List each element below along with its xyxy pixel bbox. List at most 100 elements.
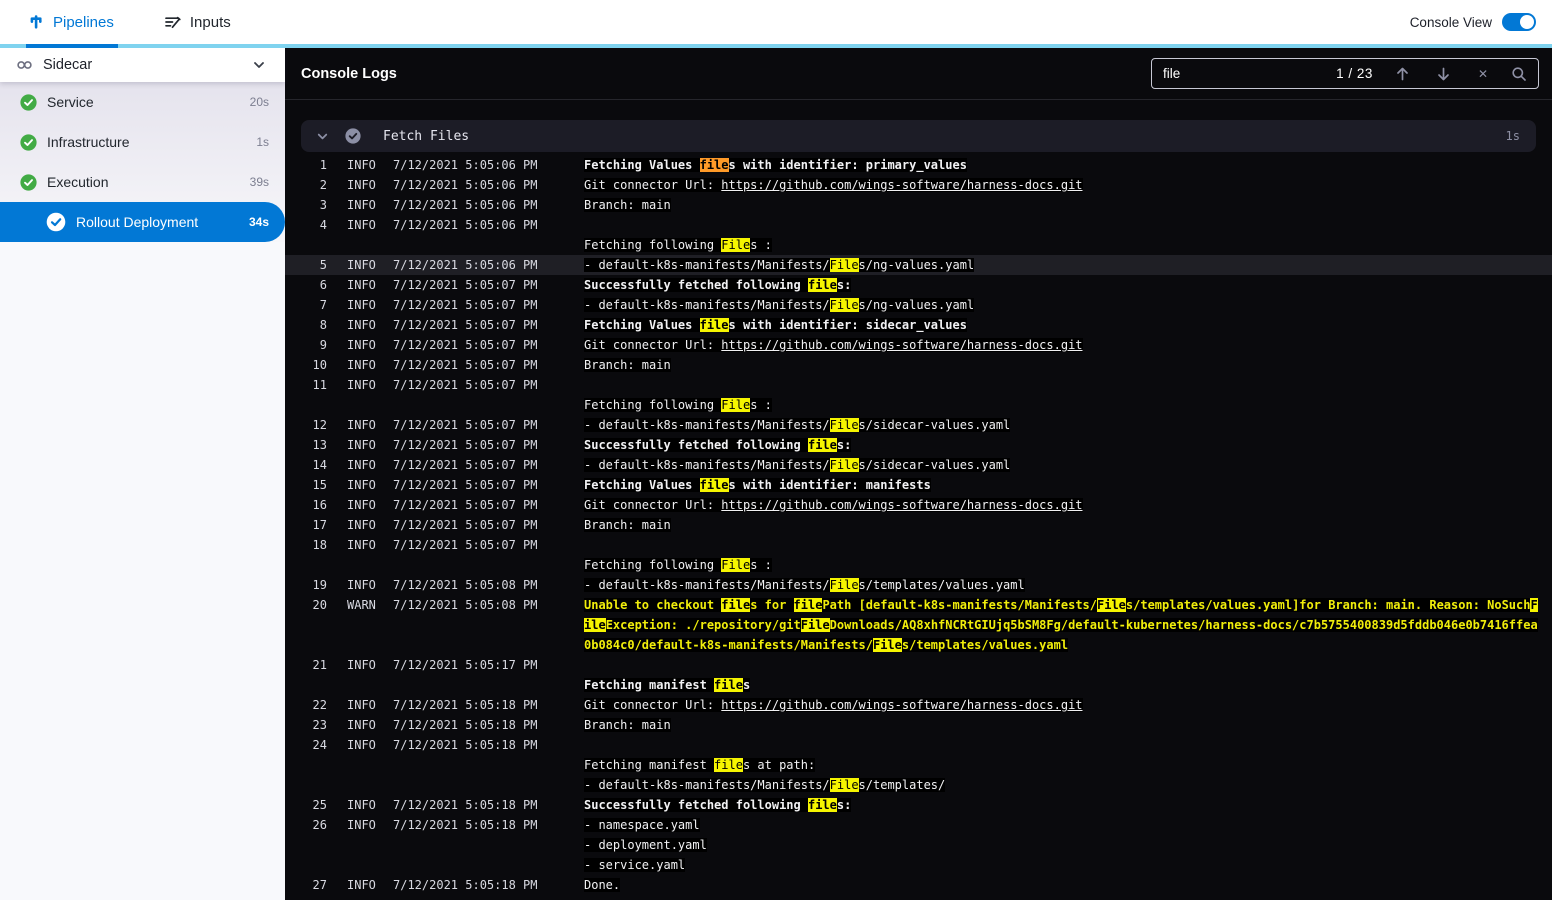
log-timestamp	[393, 235, 539, 255]
log-row: 16 INFO 7/12/2021 5:05:07 PM Git connector …	[285, 495, 1552, 515]
log-line-number: 16	[312, 498, 327, 512]
search-match-counter: 1 / 23	[1336, 66, 1373, 81]
chevron-down-icon[interactable]	[251, 57, 267, 73]
log-timestamp: 7/12/2021 5:05:07 PM	[393, 318, 538, 332]
log-text: s/sidecar-values.yaml	[858, 458, 1011, 472]
log-level: INFO	[347, 158, 376, 172]
sidebar-item-rollout-deployment[interactable]: Rollout Deployment 34s	[0, 202, 285, 242]
log-line-number: 19	[312, 578, 327, 592]
log-line-number: 6	[319, 278, 327, 292]
log-line-number	[301, 675, 327, 695]
log-message: Successfully fetched following files:	[584, 795, 1540, 815]
stage-selector[interactable]: Sidecar	[0, 48, 285, 82]
log-line-number: 22	[312, 698, 327, 712]
log-timestamp: 7/12/2021 5:05:07 PM	[393, 458, 538, 472]
log-text: s/templates/	[858, 778, 946, 792]
search-match-highlight: File	[872, 638, 902, 652]
log-section-header[interactable]: Fetch Files 1s	[301, 120, 1536, 152]
log-timestamp: 7/12/2021 5:05:07 PM	[393, 538, 538, 552]
log-level: INFO	[347, 518, 376, 532]
previous-match-icon[interactable]	[1395, 66, 1410, 82]
log-line-number: 18	[312, 538, 327, 552]
log-timestamp: 7/12/2021 5:05:07 PM	[393, 358, 538, 372]
log-level: INFO	[347, 438, 376, 452]
log-line-number: 25	[312, 798, 327, 812]
search-match-highlight: File	[829, 418, 859, 432]
log-link[interactable]: https://github.com/wings-software/harnes…	[721, 498, 1082, 512]
log-timestamp: 7/12/2021 5:05:07 PM	[393, 518, 538, 532]
sidebar-item-infrastructure[interactable]: Infrastructure 1s	[0, 122, 285, 162]
log-text: - default-k8s-manifests/Manifests/	[584, 298, 830, 312]
step-label: Execution	[47, 174, 109, 190]
log-message: - default-k8s-manifests/Manifests/Files/…	[584, 455, 1540, 475]
log-text: Fetching Values	[584, 478, 700, 492]
sidebar-item-execution[interactable]: Execution 39s	[0, 162, 285, 202]
log-level: INFO	[347, 458, 376, 472]
log-message: - deployment.yaml	[584, 835, 1540, 855]
log-text: s:	[836, 438, 852, 452]
section-chevron-down-icon[interactable]	[315, 129, 330, 144]
console-view-toggle[interactable]	[1502, 13, 1536, 31]
log-message: Branch: main	[584, 195, 1540, 215]
log-line-number: 1	[319, 158, 327, 172]
log-row: 23 INFO 7/12/2021 5:05:18 PM Branch: main	[285, 715, 1552, 735]
log-row: 17 INFO 7/12/2021 5:05:07 PM Branch: main	[285, 515, 1552, 535]
step-label: Infrastructure	[47, 134, 130, 150]
log-timestamp: 7/12/2021 5:05:06 PM	[393, 198, 538, 212]
search-match-highlight: file	[699, 478, 729, 492]
log-search-box[interactable]: file 1 / 23 ✕	[1151, 58, 1539, 89]
next-match-icon[interactable]	[1436, 66, 1451, 82]
log-text: s/ng-values.yaml	[858, 298, 975, 312]
log-timestamp: 7/12/2021 5:05:18 PM	[393, 718, 538, 732]
log-text: Git connector Url:	[584, 498, 722, 512]
log-text: - default-k8s-manifests/Manifests/	[584, 258, 830, 272]
log-timestamp: 7/12/2021 5:05:07 PM	[393, 338, 538, 352]
log-row: 4 INFO 7/12/2021 5:05:06 PM	[285, 215, 1552, 235]
log-row: 1 INFO 7/12/2021 5:05:06 PM Fetching Values…	[285, 155, 1552, 175]
log-text: Fetching following	[584, 238, 722, 252]
log-level	[347, 775, 383, 795]
console-panel: Console Logs file 1 / 23 ✕ Fetch Files 1…	[285, 48, 1552, 900]
search-icon[interactable]	[1511, 66, 1527, 82]
log-link[interactable]: https://github.com/wings-software/harnes…	[721, 338, 1082, 352]
clear-search-icon[interactable]: ✕	[1478, 67, 1488, 81]
pipeline-sidebar: Sidecar Service 20s Infrastructure 1s Execut…	[0, 48, 285, 900]
log-timestamp: 7/12/2021 5:05:08 PM	[393, 578, 538, 592]
log-row: 18 INFO 7/12/2021 5:05:07 PM	[285, 535, 1552, 555]
log-text: - default-k8s-manifests/Manifests/	[584, 778, 830, 792]
log-level: INFO	[347, 258, 376, 272]
log-row: Fetching following Files :	[285, 555, 1552, 575]
log-timestamp: 7/12/2021 5:05:06 PM	[393, 158, 538, 172]
step-label: Service	[47, 94, 94, 110]
log-link[interactable]: https://github.com/wings-software/harnes…	[721, 178, 1082, 192]
log-text: Fetching following	[584, 558, 722, 572]
tab-inputs[interactable]: Inputs	[164, 0, 231, 44]
log-level: INFO	[347, 578, 376, 592]
search-match-highlight: File	[829, 298, 859, 312]
log-message: Successfully fetched following files:	[584, 435, 1540, 455]
log-line-number: 3	[319, 198, 327, 212]
search-match-highlight: File	[721, 558, 751, 572]
log-text: Successfully fetched following	[584, 278, 808, 292]
sidebar-item-service[interactable]: Service 20s	[0, 82, 285, 122]
log-level	[347, 555, 383, 575]
log-timestamp: 7/12/2021 5:05:18 PM	[393, 818, 538, 832]
log-row: 13 INFO 7/12/2021 5:05:07 PM Successfully f…	[285, 435, 1552, 455]
log-text: s :	[750, 398, 772, 412]
log-message: Branch: main	[584, 515, 1540, 535]
log-message: - default-k8s-manifests/Manifests/Files/…	[584, 775, 1540, 795]
log-text: s with identifier: primary_values	[728, 158, 967, 172]
log-text: Path [default-k8s-manifests/Manifests/	[822, 598, 1097, 612]
log-link[interactable]: https://github.com/wings-software/harnes…	[721, 698, 1082, 712]
log-message: Done.	[584, 875, 1540, 895]
log-message: - default-k8s-manifests/Manifests/Files/…	[584, 415, 1540, 435]
log-row: 27 INFO 7/12/2021 5:05:18 PM Done.	[285, 875, 1552, 895]
log-timestamp: 7/12/2021 5:05:07 PM	[393, 298, 538, 312]
search-input[interactable]: file	[1163, 66, 1180, 81]
tab-pipelines[interactable]: Pipelines	[26, 0, 118, 48]
log-timestamp: 7/12/2021 5:05:06 PM	[393, 258, 538, 272]
search-match-highlight: file	[793, 598, 823, 612]
stage-name: Sidecar	[43, 57, 93, 73]
search-match-highlight: File	[721, 238, 751, 252]
log-level: INFO	[347, 498, 376, 512]
